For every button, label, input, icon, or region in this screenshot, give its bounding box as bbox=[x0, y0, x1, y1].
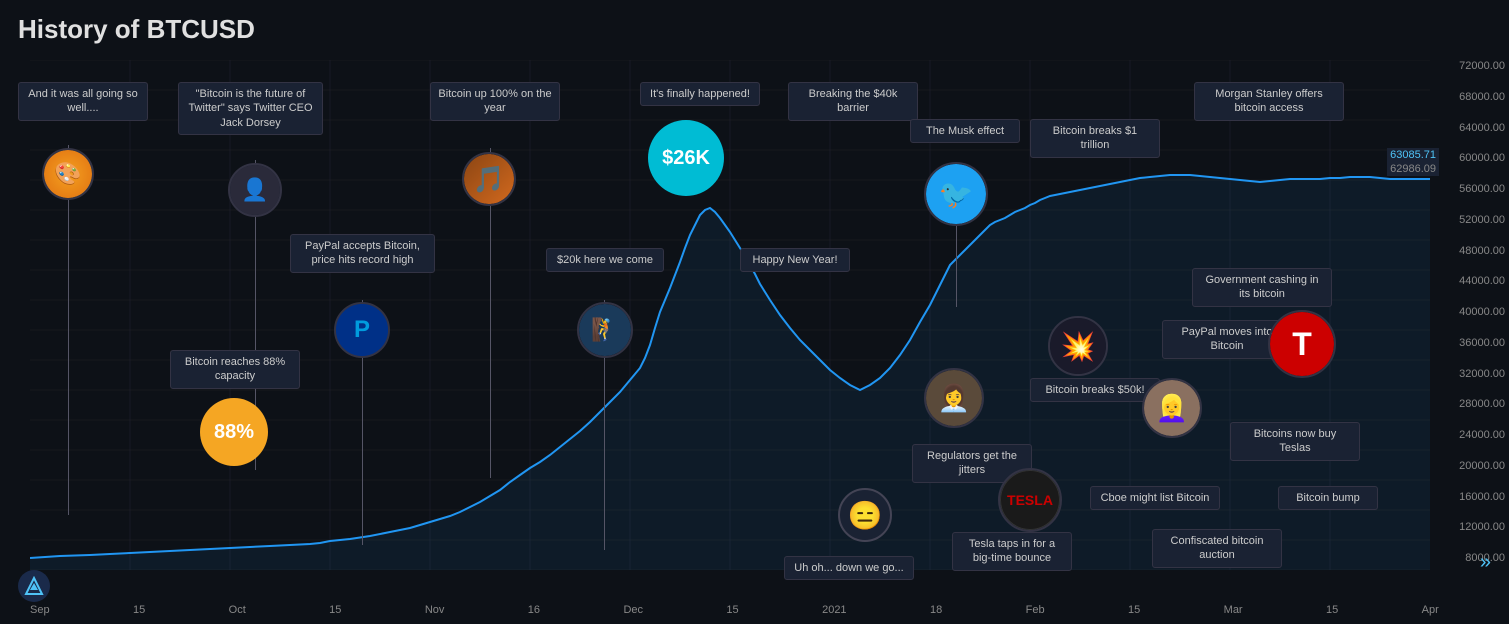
btc-26k-circle: $26K bbox=[648, 120, 724, 196]
price-low: 62986.09 bbox=[1387, 162, 1439, 176]
annotation-paypal-accepts: PayPal accepts Bitcoin, price hits recor… bbox=[290, 234, 435, 273]
annotation-cboe: Cboe might list Bitcoin bbox=[1090, 486, 1220, 510]
ann-line-1 bbox=[68, 145, 69, 515]
annotation-morgan: Morgan Stanley offers bitcoin access bbox=[1194, 82, 1344, 121]
avatar-paypal: P bbox=[334, 302, 390, 358]
avatar-going-well: 🎨 bbox=[42, 148, 94, 200]
annotation-buy-teslas: Bitcoins now buy Teslas bbox=[1230, 422, 1360, 461]
annotation-going-well: And it was all going so well.... bbox=[18, 82, 148, 121]
avatar-tesla-big: T bbox=[1268, 310, 1336, 378]
next-arrow[interactable]: » bbox=[1480, 551, 1491, 574]
logo-icon bbox=[24, 576, 44, 596]
price-high: 63085.71 bbox=[1387, 148, 1439, 162]
avatar-yellen: 👩‍💼 bbox=[924, 368, 984, 428]
annotation-downwego: Uh oh... down we go... bbox=[784, 556, 914, 580]
capacity-circle: 88% bbox=[200, 398, 268, 466]
annotation-government: Government cashing in its bitcoin bbox=[1192, 268, 1332, 307]
chart-container: History of BTCUSD bbox=[0, 0, 1509, 624]
x-axis: Sep 15 Oct 15 Nov 16 Dec 15 2021 18 Feb … bbox=[30, 604, 1439, 616]
avatar-musk: 🐦 bbox=[924, 162, 988, 226]
page-title: History of BTCUSD bbox=[18, 14, 255, 45]
annotation-musk: The Musk effect bbox=[910, 119, 1020, 143]
avatar-dorsey: 👤 bbox=[228, 163, 282, 217]
avatar-tesla-small: TESLA bbox=[998, 468, 1062, 532]
avatar-jukebox: 🎵 bbox=[462, 152, 516, 206]
annotation-confiscated: Confiscated bitcoin auction bbox=[1152, 529, 1282, 568]
price-chart bbox=[30, 60, 1430, 570]
annotation-capacity: Bitcoin reaches 88% capacity bbox=[170, 350, 300, 389]
y-axis: 72000.00 68000.00 64000.00 60000.00 5600… bbox=[1459, 60, 1505, 564]
avatar-50k: 💥 bbox=[1048, 316, 1108, 376]
annotation-20k: $20k here we come bbox=[546, 248, 664, 272]
annotation-50k: Bitcoin breaks $50k! bbox=[1030, 378, 1160, 402]
annotation-bump: Bitcoin bump bbox=[1278, 486, 1378, 510]
annotation-twitter: "Bitcoin is the future of Twitter" says … bbox=[178, 82, 323, 135]
annotation-newyear: Happy New Year! bbox=[740, 248, 850, 272]
annotation-40k: Breaking the $40k barrier bbox=[788, 82, 918, 121]
annotation-100pct: Bitcoin up 100% on the year bbox=[430, 82, 560, 121]
avatar-20k: 🧗 bbox=[577, 302, 633, 358]
sad-face-circle: 😑 bbox=[838, 488, 892, 542]
annotation-1trillion: Bitcoin breaks $1 trillion bbox=[1030, 119, 1160, 158]
annotation-tesla-bounce: Tesla taps in for a big-time bounce bbox=[952, 532, 1072, 571]
annotation-finally: It's finally happened! bbox=[640, 82, 760, 106]
avatar-woman: 👱‍♀️ bbox=[1142, 378, 1202, 438]
bottom-logo bbox=[18, 570, 50, 602]
